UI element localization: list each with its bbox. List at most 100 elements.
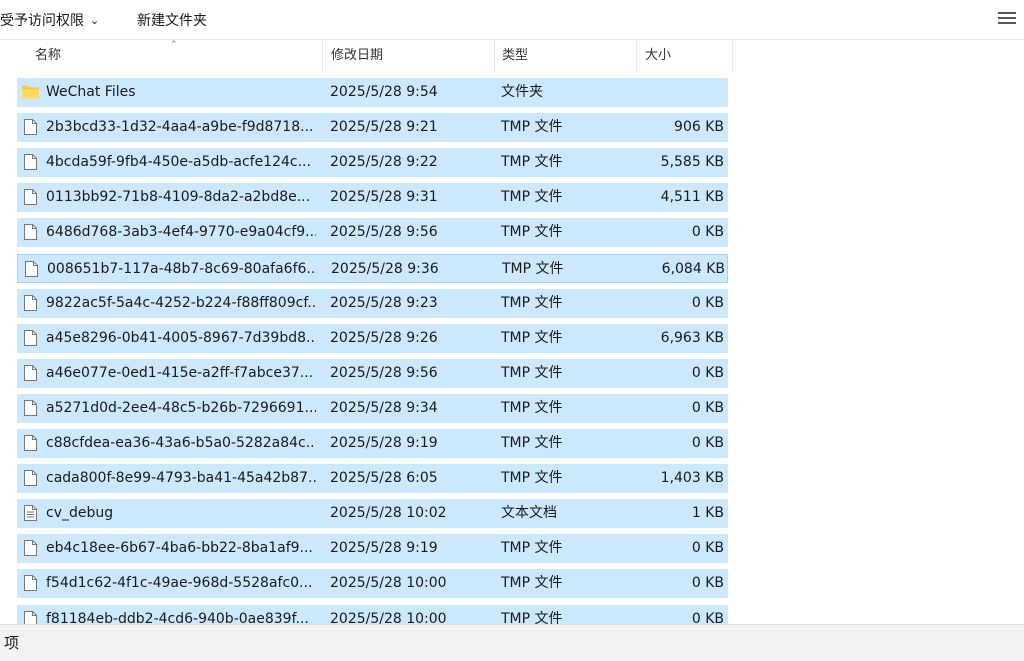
file-type: 文本文档 xyxy=(501,505,557,522)
status-bar: 项 xyxy=(0,624,1024,661)
file-size: 0 KB xyxy=(691,294,724,311)
file-name: f54d1c62-4f1c-49ae-968d-5528afc0... xyxy=(46,575,313,592)
file-name: cada800f-8e99-4793-ba41-45a42b87... xyxy=(46,470,316,487)
column-header-size[interactable]: 大小 xyxy=(637,40,733,72)
hamburger-menu-icon[interactable] xyxy=(998,12,1016,28)
file-date: 2025/5/28 9:21 xyxy=(330,119,438,136)
table-row[interactable]: 2b3bcd33-1d32-4aa4-a9be-f9d8718... 2025/5… xyxy=(17,113,728,143)
file-name: cv_debug xyxy=(46,505,114,522)
file-size: 0 KB xyxy=(691,224,724,241)
file-date: 2025/5/28 9:54 xyxy=(330,84,438,100)
chevron-down-icon: ⌄ xyxy=(90,14,100,27)
file-name: a46e077e-0ed1-415e-a2ff-f7abce37... xyxy=(46,364,314,381)
table-row[interactable]: 6486d768-3ab3-4ef4-9770-e9a04cf9... 2025/… xyxy=(17,218,728,248)
file-date: 2025/5/28 9:36 xyxy=(331,260,439,277)
table-row[interactable]: f54d1c62-4f1c-49ae-968d-5528afc0... 2025/… xyxy=(17,569,728,599)
file-type: 文件夹 xyxy=(501,84,543,100)
file-date: 2025/5/28 9:34 xyxy=(330,399,438,416)
grant-access-label: 受予访问权限 xyxy=(0,13,84,29)
file-type: TMP 文件 xyxy=(501,294,563,311)
file-type: TMP 文件 xyxy=(501,224,563,241)
command-bar: 受予访问权限 ⌄ 新建文件夹 xyxy=(0,0,1024,40)
file-date: 2025/5/28 9:19 xyxy=(330,435,438,451)
sort-ascending-icon: ⌃ xyxy=(170,40,178,50)
table-row[interactable]: a5271d0d-2ee4-48c5-b26b-7296691... 2025/5… xyxy=(17,393,728,423)
file-size: 0 KB xyxy=(691,364,724,381)
file-type: TMP 文件 xyxy=(501,399,563,416)
file-name: a5271d0d-2ee4-48c5-b26b-7296691... xyxy=(46,399,316,416)
column-header-name[interactable]: ⌃ 名称 xyxy=(0,40,323,72)
file-name: 0113bb92-71b8-4109-8da2-a2bd8e... xyxy=(46,189,311,206)
table-row[interactable]: f81184eb-ddb2-4cd6-940b-0ae839f... 2025/5… xyxy=(17,604,728,625)
column-header-type-label: 类型 xyxy=(502,48,529,63)
file-size: 6,963 KB xyxy=(660,329,724,346)
table-row[interactable]: eb4c18ee-6b67-4ba6-bb22-8ba1af9... 2025/5… xyxy=(17,534,728,564)
table-row[interactable]: a46e077e-0ed1-415e-a2ff-f7abce37... 2025/… xyxy=(17,358,728,388)
table-row[interactable]: cv_debug 2025/5/28 10:02 文本文档 1 KB xyxy=(17,499,728,529)
file-date: 2025/5/28 9:56 xyxy=(330,364,438,381)
column-header-date-label: 修改日期 xyxy=(331,48,384,63)
file-date: 2025/5/28 10:00 xyxy=(330,575,447,592)
table-row[interactable]: 9822ac5f-5a4c-4252-b224-f88ff809cf... 202… xyxy=(17,288,728,318)
table-row[interactable]: c88cfdea-ea36-43a6-b5a0-5282a84c... 2025/… xyxy=(17,429,728,458)
table-row[interactable]: WeChat Files 2025/5/28 9:54 文件夹 xyxy=(17,78,728,107)
file-name: 6486d768-3ab3-4ef4-9770-e9a04cf9... xyxy=(46,224,316,241)
file-size: 0 KB xyxy=(691,399,724,416)
file-date: 2025/5/28 9:22 xyxy=(330,154,438,171)
file-name: a45e8296-0b41-4005-8967-7d39bd8... xyxy=(46,329,316,346)
file-type: TMP 文件 xyxy=(501,610,563,625)
file-size: 1 KB xyxy=(691,505,724,522)
file-name: 9822ac5f-5a4c-4252-b224-f88ff809cf... xyxy=(46,294,316,311)
file-name: WeChat Files xyxy=(46,84,136,100)
column-header-type[interactable]: 类型 xyxy=(495,40,637,72)
file-size: 0 KB xyxy=(691,610,724,625)
table-row[interactable]: 008651b7-117a-48b7-8c69-80afa6f6... 2025/… xyxy=(17,253,728,283)
file-date: 2025/5/28 10:02 xyxy=(330,505,447,522)
column-header-row: ⌃ 名称 修改日期 类型 大小 xyxy=(0,40,1024,72)
file-date: 2025/5/28 9:56 xyxy=(330,224,438,241)
file-size: 4,511 KB xyxy=(660,189,724,206)
file-size: 906 KB xyxy=(674,119,724,136)
file-type: TMP 文件 xyxy=(501,470,563,487)
file-date: 2025/5/28 6:05 xyxy=(330,470,438,487)
table-row[interactable]: 4bcda59f-9fb4-450e-a5db-acfe124c... 2025/… xyxy=(17,148,728,178)
status-text: 项 xyxy=(4,634,20,652)
file-date: 2025/5/28 9:23 xyxy=(330,294,438,311)
file-type: TMP 文件 xyxy=(501,364,563,381)
column-header-name-label: 名称 xyxy=(35,48,62,63)
file-date: 2025/5/28 9:26 xyxy=(330,329,438,346)
file-size: 0 KB xyxy=(691,540,724,557)
file-name: c88cfdea-ea36-43a6-b5a0-5282a84c... xyxy=(46,435,316,451)
file-name: 2b3bcd33-1d32-4aa4-a9be-f9d8718... xyxy=(46,119,314,136)
file-explorer-window: 受予访问权限 ⌄ 新建文件夹 ⌃ 名称 修改日期 类型 大小 WeChat Fil… xyxy=(0,0,1024,661)
file-type: TMP 文件 xyxy=(501,435,563,451)
file-name: 4bcda59f-9fb4-450e-a5db-acfe124c... xyxy=(46,154,311,171)
file-date: 2025/5/28 9:19 xyxy=(330,540,438,557)
file-size: 6,084 KB xyxy=(661,260,725,277)
new-folder-button[interactable]: 新建文件夹 xyxy=(137,10,207,32)
file-type: TMP 文件 xyxy=(501,119,563,136)
file-name: 008651b7-117a-48b7-8c69-80afa6f6... xyxy=(47,260,317,277)
file-type: TMP 文件 xyxy=(501,329,563,346)
file-date: 2025/5/28 10:00 xyxy=(330,610,447,625)
grant-access-menu-button[interactable]: 受予访问权限 ⌄ xyxy=(0,10,99,32)
column-header-date[interactable]: 修改日期 xyxy=(323,40,495,72)
file-type: TMP 文件 xyxy=(501,189,563,206)
file-size: 1,403 KB xyxy=(660,470,724,487)
file-type: TMP 文件 xyxy=(501,575,563,592)
file-type: TMP 文件 xyxy=(502,260,564,277)
file-type: TMP 文件 xyxy=(501,540,563,557)
file-list: WeChat Files 2025/5/28 9:54 文件夹 2b3bcd33-1d… xyxy=(0,72,1024,624)
table-row[interactable]: a45e8296-0b41-4005-8967-7d39bd8... 2025/5… xyxy=(17,323,728,353)
file-name: eb4c18ee-6b67-4ba6-bb22-8ba1af9... xyxy=(46,540,313,557)
file-date: 2025/5/28 9:31 xyxy=(330,189,438,206)
table-row[interactable]: cada800f-8e99-4793-ba41-45a42b87... 2025/… xyxy=(17,464,728,494)
file-type: TMP 文件 xyxy=(501,154,563,171)
file-size xyxy=(631,78,724,107)
table-row[interactable]: 0113bb92-71b8-4109-8da2-a2bd8e... 2025/5/… xyxy=(17,183,728,213)
file-size: 0 KB xyxy=(691,435,724,451)
file-name: f81184eb-ddb2-4cd6-940b-0ae839f... xyxy=(46,610,309,625)
file-size: 5,585 KB xyxy=(660,154,724,171)
file-size: 0 KB xyxy=(691,575,724,592)
column-header-size-label: 大小 xyxy=(645,48,672,63)
